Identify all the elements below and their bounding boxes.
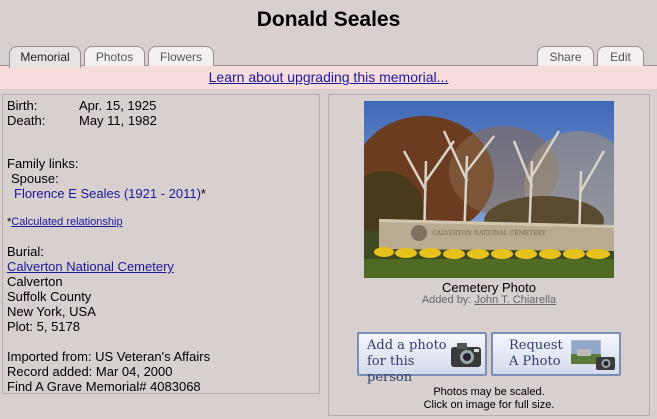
family-links-heading: Family links: [7, 156, 79, 171]
tab-photos[interactable]: Photos [84, 46, 145, 67]
contributor-link[interactable]: John T. Chiarella [474, 294, 556, 306]
request-photo-button[interactable]: Request A Photo [491, 332, 621, 376]
spouse-row: Florence E Seales (1921 - 2011)* [14, 186, 206, 201]
photo-added-by: Added by: John T. Chiarella [329, 294, 649, 306]
svg-text:CALVERTON NATIONAL CEMETERY: CALVERTON NATIONAL CEMETERY [432, 230, 547, 237]
burial-city: Calverton [7, 274, 63, 289]
spouse-link[interactable]: Florence E Seales (1921 - 2011) [14, 186, 201, 201]
photo-caption: Cemetery Photo [442, 280, 536, 295]
burial-label: Burial: [7, 244, 44, 259]
birth-label: Birth: [7, 98, 38, 113]
upgrade-banner: Learn about upgrading this memorial... [0, 66, 657, 90]
memorial-details-panel: Birth: Apr. 15, 1925 Death: May 11, 1982 F… [2, 94, 320, 394]
birth-date: Apr. 15, 1925 [79, 98, 157, 113]
cemetery-row: Calverton National Cemetery [7, 259, 174, 274]
photo-panel: CALVERTON NATIONAL CEMETERY Cemetery Pho… [328, 94, 650, 416]
death-row: Death: May 11, 1982 [7, 113, 157, 128]
photo-fullsize-note: Click on image for full size. [423, 399, 555, 411]
spouse-label: Spouse: [11, 171, 59, 186]
birth-row: Birth: Apr. 15, 1925 [7, 98, 156, 113]
photo-scale-note: Photos may be scaled. [433, 386, 545, 398]
death-date: May 11, 1982 [79, 113, 157, 128]
calculated-relationship-note: *Calculated relationship [7, 215, 123, 230]
imported-from: Imported from: US Veteran's Affairs [7, 349, 211, 364]
add-photo-label: Add a photo for this person [367, 338, 447, 385]
calculated-relationship-link[interactable]: Calculated relationship [11, 216, 122, 228]
add-photo-button[interactable]: Add a photo for this person [357, 332, 487, 385]
page-title: Donald Seales [256, 8, 401, 31]
camera-icon [451, 343, 481, 367]
death-label: Death: [7, 113, 46, 128]
added-by-label: Added by: [421, 294, 472, 306]
tab-memorial[interactable]: Memorial [9, 46, 81, 68]
tab-edit[interactable]: Edit [597, 46, 644, 67]
tab-bar: Memorial Photos Flowers Share Edit [0, 44, 657, 68]
cemetery-photo-image: CALVERTON NATIONAL CEMETERY [364, 101, 614, 278]
burial-county: Suffolk County [7, 289, 92, 304]
memorial-id: Find A Grave Memorial# 4083068 [7, 379, 201, 394]
tab-flowers[interactable]: Flowers [148, 46, 214, 67]
tab-share[interactable]: Share [537, 46, 594, 67]
upgrade-link[interactable]: Learn about upgrading this memorial... [209, 69, 449, 85]
spouse-calculated-mark: * [200, 186, 206, 201]
camera-icon [596, 357, 615, 370]
cemetery-link[interactable]: Calverton National Cemetery [7, 259, 174, 274]
burial-state: New York, USA [7, 304, 96, 319]
record-added: Record added: Mar 04, 2000 [7, 364, 173, 379]
burial-plot: Plot: 5, 5178 [7, 319, 80, 334]
cemetery-photo[interactable]: CALVERTON NATIONAL CEMETERY [364, 101, 614, 278]
